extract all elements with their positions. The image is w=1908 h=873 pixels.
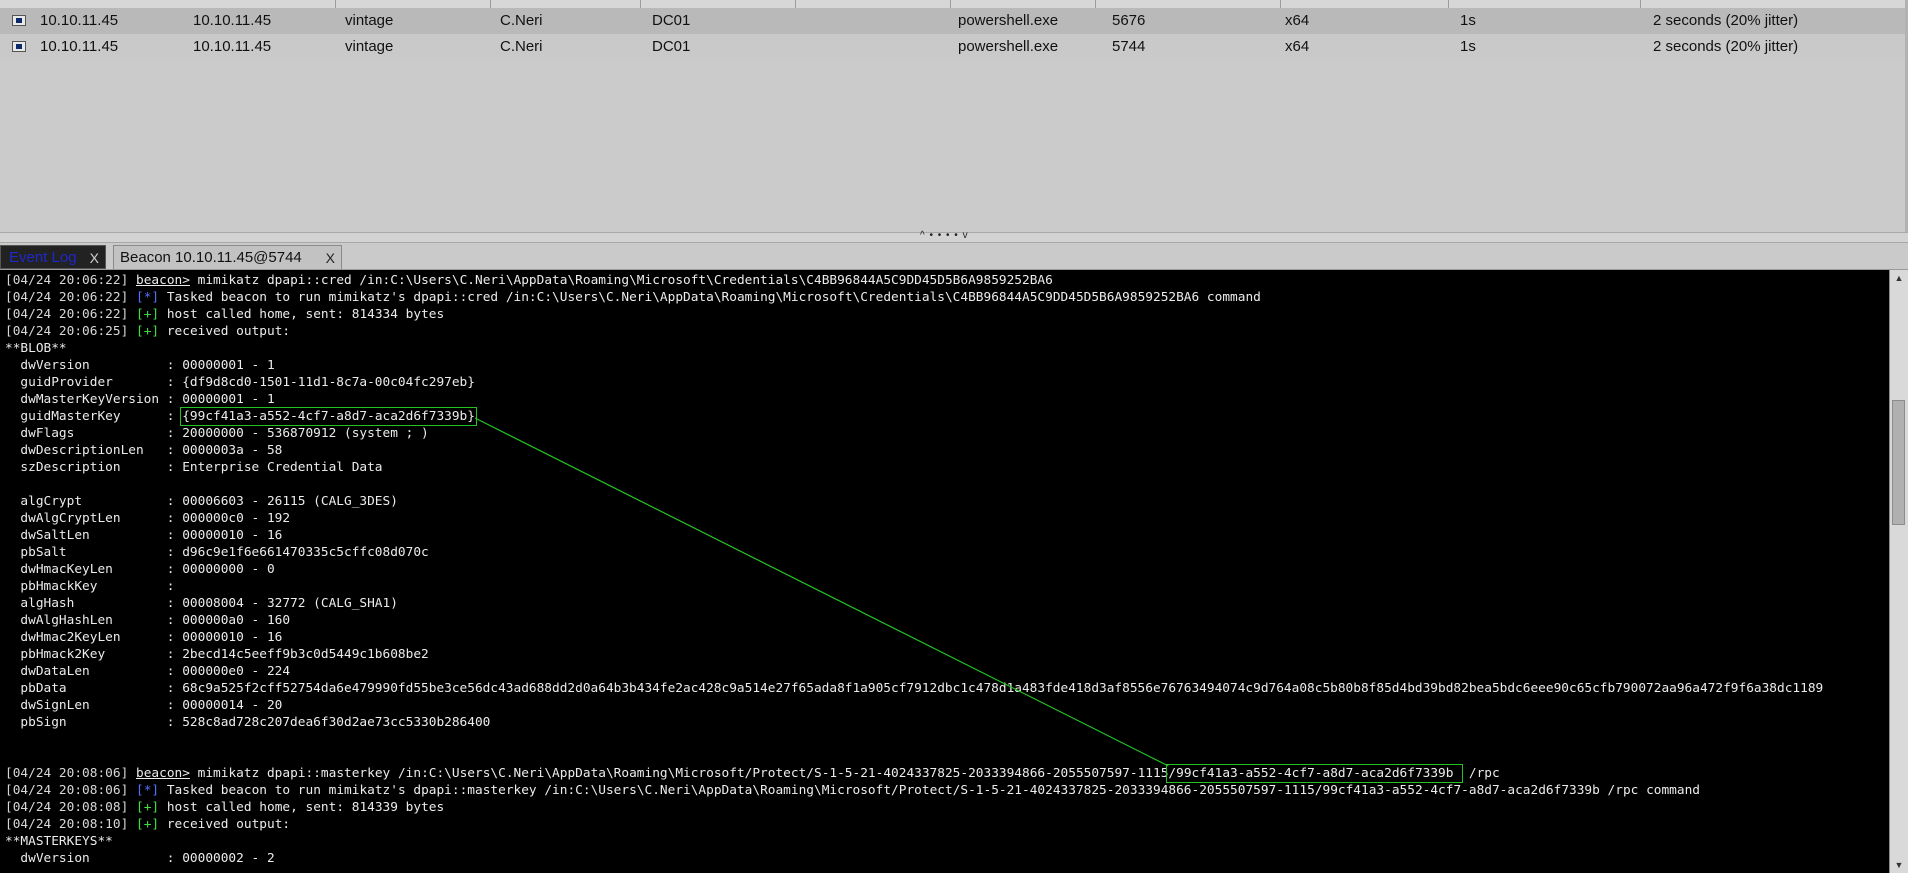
beacon-console-output[interactable]: [04/24 20:06:22] beacon> mimikatz dpapi:… bbox=[0, 270, 1889, 873]
scroll-thumb[interactable] bbox=[1892, 400, 1905, 525]
cell-user: C.Neri bbox=[500, 12, 543, 29]
cell-internal: 10.10.11.45 bbox=[193, 38, 272, 55]
cell-pid: 5676 bbox=[1112, 12, 1146, 29]
sessions-table[interactable]: 10.10.11.45 10.10.11.45 vintage C.Neri DC01 p… bbox=[0, 0, 1908, 232]
table-row[interactable]: 10.10.11.45 10.10.11.45 vintage C.Neri DC01 p… bbox=[0, 34, 1906, 60]
cell-arch: x64 bbox=[1285, 12, 1310, 29]
cell-external: 10.10.11.45 bbox=[40, 38, 119, 55]
tab-beacon-console[interactable]: Beacon 10.10.11.45@5744 X bbox=[113, 245, 342, 269]
cell-last: 1s bbox=[1460, 38, 1476, 55]
cell-process: powershell.exe bbox=[958, 38, 1059, 55]
cell-pid: 5744 bbox=[1112, 38, 1146, 55]
cell-last: 1s bbox=[1460, 12, 1476, 29]
cell-user: C.Neri bbox=[500, 38, 543, 55]
cell-computer: DC01 bbox=[652, 12, 691, 29]
tab-close-icon[interactable]: X bbox=[90, 246, 99, 270]
cell-arch: x64 bbox=[1285, 38, 1310, 55]
beacon-session-icon bbox=[12, 15, 26, 26]
cell-sleep: 2 seconds (20% jitter) bbox=[1653, 12, 1799, 29]
scroll-up-icon[interactable]: ▲ bbox=[1890, 270, 1908, 286]
splitter-grip-icon[interactable]: ^ • • • • v bbox=[920, 230, 969, 241]
beacon-session-icon bbox=[12, 41, 26, 52]
tab-bar: Event Log X Beacon 10.10.11.45@5744 X bbox=[0, 243, 1908, 270]
tab-event-log[interactable]: Event Log X bbox=[0, 245, 106, 269]
cell-process: powershell.exe bbox=[958, 12, 1059, 29]
cell-external: 10.10.11.45 bbox=[40, 12, 119, 29]
cell-internal: 10.10.11.45 bbox=[193, 12, 272, 29]
console-scrollbar[interactable]: ▲ ▼ bbox=[1889, 270, 1908, 873]
table-row[interactable]: 10.10.11.45 10.10.11.45 vintage C.Neri DC01 p… bbox=[0, 8, 1906, 34]
cell-sleep: 2 seconds (20% jitter) bbox=[1653, 38, 1799, 55]
tab-label: Beacon 10.10.11.45@5744 bbox=[120, 249, 302, 266]
pane-splitter[interactable]: ^ • • • • v bbox=[0, 230, 1908, 243]
cell-listener: vintage bbox=[345, 38, 394, 55]
cell-computer: DC01 bbox=[652, 38, 691, 55]
cell-listener: vintage bbox=[345, 12, 394, 29]
scroll-down-icon[interactable]: ▼ bbox=[1890, 857, 1908, 873]
tab-close-icon[interactable]: X bbox=[326, 246, 335, 270]
annotation-arrow bbox=[474, 417, 1169, 767]
tab-label: Event Log bbox=[9, 249, 77, 266]
